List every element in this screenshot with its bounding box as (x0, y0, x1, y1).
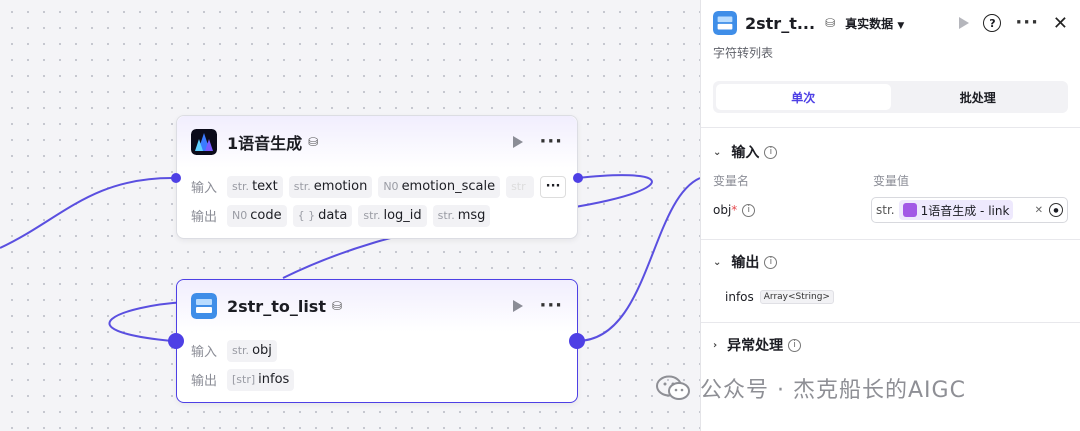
info-icon[interactable]: i (788, 338, 802, 352)
output-var-row: infos Array<String> (701, 290, 1080, 304)
watermark-text: 公众号 · 杰克船长的AIGC (700, 378, 966, 403)
more-options-icon[interactable]: ··· (539, 133, 563, 151)
divider (701, 239, 1080, 240)
input-chip-obj: str. obj (227, 339, 277, 362)
str-input-port[interactable] (168, 333, 184, 349)
chevron-right-icon: › (713, 339, 718, 351)
more-options-icon[interactable]: ··· (1015, 14, 1039, 32)
chevron-down-icon: ⌄ (713, 146, 722, 158)
node-str-header[interactable]: 2str_to_list ⛁ ··· (177, 280, 577, 332)
node-str-outputs: 输出 [str] infos (177, 365, 577, 394)
node-tts-title: 1语音生成 (227, 134, 303, 153)
input-chip-text: str. text (227, 175, 283, 198)
clear-icon[interactable]: ✕ (1035, 205, 1043, 216)
output-chip-infos: [str] infos (227, 368, 295, 391)
panel-title[interactable]: 2str_t... (745, 14, 815, 33)
error-section-header[interactable]: › 异常处理 i (701, 331, 1080, 359)
input-chip-emotion-scale: N0 emotion_scale (378, 175, 501, 198)
expand-inputs-icon[interactable]: ··· (539, 175, 567, 198)
info-icon[interactable]: i (742, 203, 756, 217)
watermark: 公众号 · 杰克船长的AIGC (656, 372, 966, 404)
output-name: infos (725, 290, 754, 304)
chevron-down-icon: ⌄ (713, 256, 722, 268)
target-icon[interactable]: ● (1049, 203, 1063, 217)
str-output-port[interactable] (569, 333, 585, 349)
run-mode-tabs: 单次 批处理 (713, 81, 1068, 113)
output-label: 输出 (191, 374, 218, 389)
required-mark: * (731, 203, 738, 217)
output-chip-code: N0 code (227, 204, 287, 227)
var-name: obj (713, 203, 732, 217)
panel-subtitle: 字符转列表 (713, 46, 774, 60)
wechat-icon (656, 375, 690, 400)
variable-columns: 变量名 变量值 (713, 174, 910, 188)
wire-left-into-tts (0, 177, 173, 249)
output-section-header[interactable]: ⌄ 输出 i (701, 248, 1080, 276)
close-icon[interactable]: ✕ (1053, 13, 1068, 34)
output-chip-msg: str. msg (432, 204, 491, 227)
node-ref-icon (902, 203, 917, 217)
input-chip-emotion: str. emotion (288, 175, 373, 198)
data-mode-select[interactable]: 真实数据 ▼ (845, 15, 904, 32)
tts-logo-icon (191, 129, 217, 155)
run-node-icon[interactable] (513, 136, 524, 148)
reference-chip[interactable]: 1语音生成 - link (898, 200, 1014, 220)
code-node-icon (191, 293, 217, 319)
node-tts-header[interactable]: 1语音生成 ⛁ ··· (177, 116, 577, 168)
node-tts[interactable]: 1语音生成 ⛁ ··· 输入 str. text str. emotion N0 em… (176, 115, 578, 239)
node-settings-icon[interactable]: ⛁ (332, 299, 342, 313)
value-reference-field[interactable]: str. 1语音生成 - link ✕ ● (871, 197, 1068, 223)
input-label: 输入 (191, 345, 218, 360)
node-tts-outputs: 输出 N0 code { } data str. log_id str. msg (177, 201, 577, 230)
value-type: str. (876, 203, 895, 217)
output-label: 输出 (191, 210, 218, 225)
tab-single[interactable]: 单次 (716, 84, 891, 110)
node-str-inputs: 输入 str. obj (177, 336, 577, 365)
code-node-icon (713, 11, 737, 35)
node-settings-icon[interactable]: ⛁ (825, 16, 835, 30)
tts-output-port[interactable] (573, 173, 583, 183)
info-icon[interactable]: i (764, 255, 778, 269)
input-var-row: obj * i str. 1语音生成 - link ✕ ● (701, 197, 1080, 223)
divider (701, 322, 1080, 323)
workflow-canvas[interactable]: 1语音生成 ⛁ ··· 输入 str. text str. emotion N0 em… (0, 0, 700, 431)
node-settings-icon[interactable]: ⛁ (308, 135, 318, 149)
run-node-icon[interactable] (959, 17, 970, 29)
output-chip-log-id: str. log_id (358, 204, 427, 227)
node-str-to-list[interactable]: 2str_to_list ⛁ ··· 输入 str. obj 输出 [str] in… (176, 279, 578, 403)
chevron-down-icon: ▼ (897, 20, 905, 31)
output-type-badge: Array<String> (759, 290, 834, 304)
output-chip-data: { } data (292, 204, 353, 227)
help-icon[interactable]: ? (983, 14, 1002, 32)
divider (701, 127, 1080, 128)
panel-header: 2str_t... ⛁ 真实数据 ▼ ? ··· ✕ (701, 0, 1080, 46)
run-node-icon[interactable] (513, 300, 524, 312)
info-icon[interactable]: i (764, 145, 778, 159)
node-tts-inputs: 输入 str. text str. emotion N0 emotion_scale … (177, 172, 577, 201)
node-detail-panel: 2str_t... ⛁ 真实数据 ▼ ? ··· ✕ 字符转列表 单次 批处理 … (700, 0, 1080, 431)
tab-batch[interactable]: 批处理 (891, 84, 1066, 110)
input-section-header[interactable]: ⌄ 输入 i (701, 138, 1080, 166)
input-label: 输入 (191, 181, 218, 196)
more-options-icon[interactable]: ··· (539, 297, 563, 315)
tts-input-port[interactable] (171, 173, 181, 183)
node-str-title: 2str_to_list (227, 296, 326, 316)
input-chip-overflow: str (506, 175, 534, 198)
